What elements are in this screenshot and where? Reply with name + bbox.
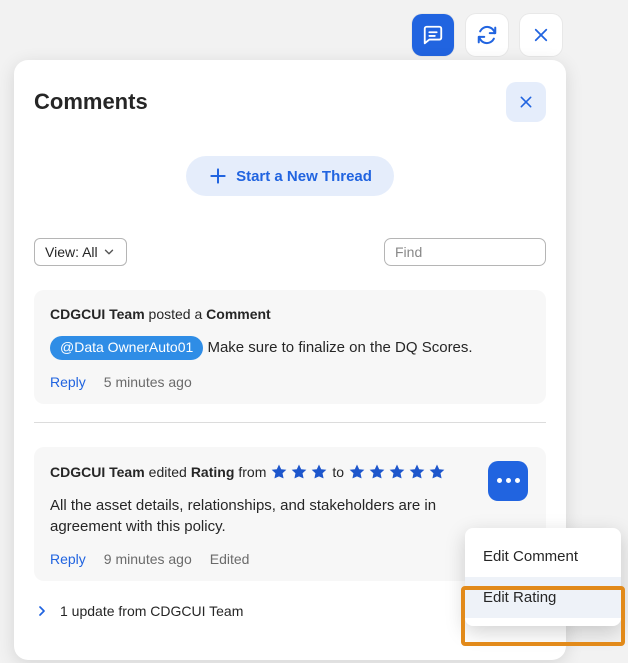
comment-time: 5 minutes ago — [104, 374, 192, 390]
star-icon — [408, 463, 426, 481]
close-top-button[interactable] — [520, 14, 562, 56]
comment-icon — [422, 24, 444, 46]
rating-to-word: to — [332, 464, 344, 480]
star-icon — [428, 463, 446, 481]
rating-edited: Edited — [210, 551, 250, 567]
comment-object: Comment — [206, 306, 271, 322]
star-icon — [348, 463, 366, 481]
edit-comment-item[interactable]: Edit Comment — [465, 536, 621, 577]
stars-from — [270, 463, 328, 481]
star-icon — [368, 463, 386, 481]
dot-icon — [506, 478, 511, 483]
view-filter-button[interactable]: View: All — [34, 238, 127, 266]
reply-link[interactable]: Reply — [50, 551, 86, 567]
refresh-icon — [476, 24, 498, 46]
close-icon — [532, 26, 550, 44]
reply-link[interactable]: Reply — [50, 374, 86, 390]
divider — [34, 422, 546, 423]
rating-time: 9 minutes ago — [104, 551, 192, 567]
rating-body: All the asset details, relationships, an… — [50, 495, 530, 537]
panel-title: Comments — [34, 89, 148, 115]
find-input[interactable] — [384, 238, 546, 266]
star-icon — [388, 463, 406, 481]
start-thread-button[interactable]: Start a New Thread — [186, 156, 394, 196]
view-filter-label: View: All — [45, 244, 98, 260]
refresh-button[interactable] — [466, 14, 508, 56]
more-actions-button[interactable] — [488, 461, 528, 501]
updates-text: 1 update from CDGCUI Team — [60, 603, 243, 619]
comments-toggle-button[interactable] — [412, 14, 454, 56]
dot-icon — [515, 478, 520, 483]
star-icon — [310, 463, 328, 481]
actions-popover: Edit Comment Edit Rating — [465, 528, 621, 626]
edit-rating-item[interactable]: Edit Rating — [465, 577, 621, 618]
dot-icon — [497, 478, 502, 483]
mention-chip[interactable]: @Data OwnerAuto01 — [50, 336, 203, 360]
start-thread-label: Start a New Thread — [236, 168, 372, 185]
rating-verb: edited — [149, 464, 187, 480]
chevron-right-icon — [34, 603, 50, 619]
stars-to — [348, 463, 446, 481]
rating-author: CDGCUI Team — [50, 464, 145, 480]
star-icon — [290, 463, 308, 481]
rating-from-word: from — [238, 464, 266, 480]
comment-card: CDGCUI Team posted a Comment @Data Owner… — [34, 290, 546, 404]
comment-verb: posted a — [145, 306, 207, 322]
close-panel-button[interactable] — [506, 82, 546, 122]
star-icon — [270, 463, 288, 481]
comment-text: Make sure to finalize on the DQ Scores. — [203, 339, 472, 356]
comment-author: CDGCUI Team — [50, 306, 145, 322]
rating-object: Rating — [191, 464, 235, 480]
chevron-down-icon — [102, 245, 116, 259]
plus-icon — [208, 166, 228, 186]
close-icon — [518, 94, 534, 110]
